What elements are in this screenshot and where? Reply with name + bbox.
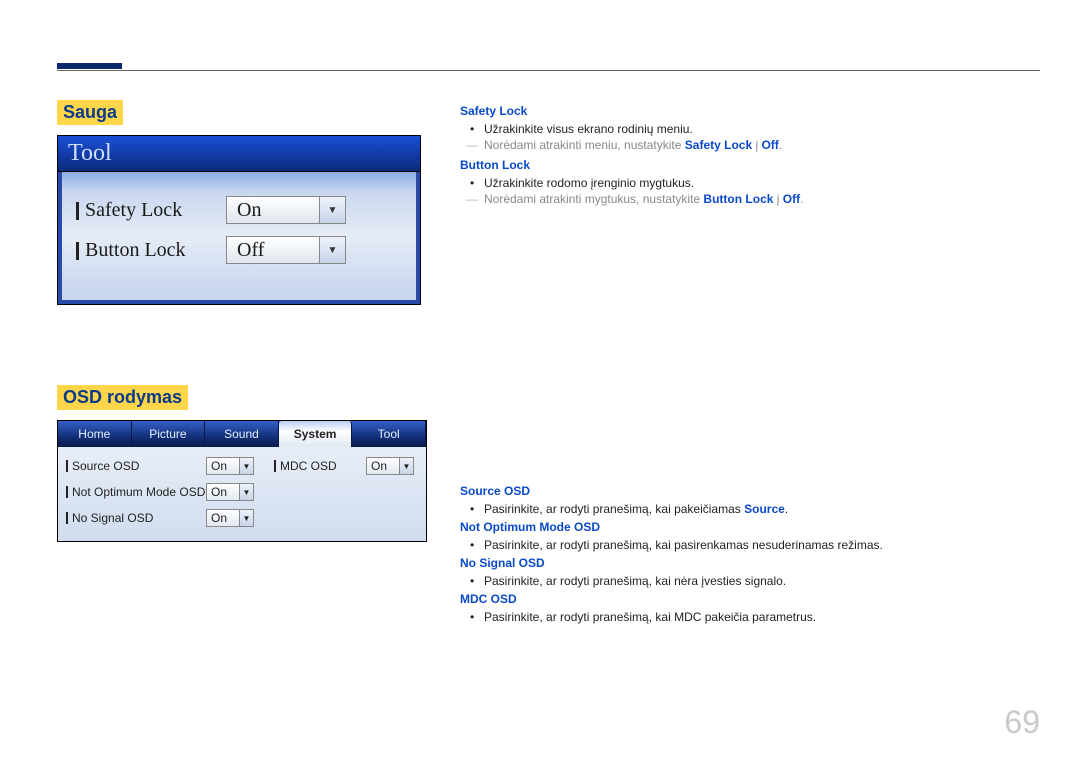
osd-right-column: MDC OSD On▼ [266, 447, 426, 541]
bar-icon [66, 512, 68, 524]
desc-osd-block: Source OSD Pasirinkite, ar rodyti praneš… [460, 484, 1030, 624]
tool-header: Tool [58, 136, 420, 172]
term-safety-lock: Safety Lock [460, 104, 1030, 118]
tab-picture[interactable]: Picture [132, 421, 206, 447]
page-number: 69 [1004, 704, 1040, 741]
tab-bar: Home Picture Sound System Tool [58, 421, 426, 447]
desc-safety-lock: Safety Lock Užrakinkite visus ekrano rod… [460, 104, 1030, 152]
bar-icon [76, 242, 79, 260]
no-signal-osd-dropdown[interactable]: On▼ [206, 509, 254, 527]
bar-icon [66, 486, 68, 498]
chevron-down-icon: ▼ [239, 510, 253, 526]
desc-button-lock: Button Lock Užrakinkite rodomo įrenginio… [460, 158, 1030, 206]
dropdown-button[interactable]: ▼ [319, 237, 345, 263]
sub-text: Norėdami atrakinti meniu, nustatykite Sa… [460, 138, 1030, 152]
tool-row-label: Safety Lock [76, 199, 226, 222]
chevron-down-icon: ▼ [239, 458, 253, 474]
osd-body: Source OSD On▼ Not Optimum Mode OSD On▼ … [58, 447, 426, 541]
bullet-text: Pasirinkite, ar rodyti pranešimą, kai nė… [460, 574, 1030, 588]
tab-tool[interactable]: Tool [352, 421, 426, 447]
term-no-signal-osd: No Signal OSD [460, 556, 1030, 570]
dropdown-button[interactable]: ▼ [319, 197, 345, 223]
row-source-osd: Source OSD On▼ [66, 453, 262, 479]
tool-body: Safety Lock On ▼ Button Lock Off ▼ [58, 172, 420, 304]
button-lock-dropdown[interactable]: Off ▼ [226, 236, 346, 264]
bullet-text: Pasirinkite, ar rodyti pranešimą, kai pa… [460, 502, 1030, 516]
screenshot-tool-menu: Tool Safety Lock On ▼ Button Lock Off ▼ [57, 135, 421, 305]
source-osd-dropdown[interactable]: On▼ [206, 457, 254, 475]
term-mdc-osd: MDC OSD [460, 592, 1030, 606]
tool-row-label: Button Lock [76, 239, 226, 262]
tab-home[interactable]: Home [58, 421, 132, 447]
term-source-osd: Source OSD [460, 484, 1030, 498]
tool-row-button-lock: Button Lock Off ▼ [62, 230, 416, 270]
bullet-text: Pasirinkite, ar rodyti pranešimą, kai MD… [460, 610, 1030, 624]
not-optimum-osd-dropdown[interactable]: On▼ [206, 483, 254, 501]
right-column: Safety Lock Užrakinkite visus ekrano rod… [460, 100, 1030, 626]
header-accent [57, 63, 122, 69]
screenshot-osd-display: Home Picture Sound System Tool Source OS… [57, 420, 427, 542]
row-mdc-osd: MDC OSD On▼ [274, 453, 422, 479]
bar-icon [274, 460, 276, 472]
section-title-osd: OSD rodymas [57, 385, 188, 410]
header-rule [57, 70, 1040, 71]
dropdown-value: On [227, 199, 319, 222]
osd-left-column: Source OSD On▼ Not Optimum Mode OSD On▼ … [58, 447, 266, 541]
bar-icon [76, 202, 79, 220]
mdc-osd-dropdown[interactable]: On▼ [366, 457, 414, 475]
bullet-text: Pasirinkite, ar rodyti pranešimą, kai pa… [460, 538, 1030, 552]
left-column: Sauga Tool Safety Lock On ▼ Button Lock … [57, 100, 427, 542]
term-not-optimum-osd: Not Optimum Mode OSD [460, 520, 1030, 534]
chevron-down-icon: ▼ [328, 245, 338, 256]
bar-icon [66, 460, 68, 472]
sub-text: Norėdami atrakinti mygtukus, nustatykite… [460, 192, 1030, 206]
term-button-lock: Button Lock [460, 158, 1030, 172]
row-not-optimum-osd: Not Optimum Mode OSD On▼ [66, 479, 262, 505]
chevron-down-icon: ▼ [328, 205, 338, 216]
row-no-signal-osd: No Signal OSD On▼ [66, 505, 262, 531]
bullet-text: Užrakinkite visus ekrano rodinių meniu. [460, 122, 1030, 136]
dropdown-value: Off [227, 239, 319, 262]
tab-sound[interactable]: Sound [205, 421, 279, 447]
chevron-down-icon: ▼ [399, 458, 413, 474]
section-title-sauga: Sauga [57, 100, 123, 125]
chevron-down-icon: ▼ [239, 484, 253, 500]
tab-system[interactable]: System [279, 421, 353, 447]
bullet-text: Užrakinkite rodomo įrenginio mygtukus. [460, 176, 1030, 190]
safety-lock-dropdown[interactable]: On ▼ [226, 196, 346, 224]
tool-row-safety-lock: Safety Lock On ▼ [62, 190, 416, 230]
